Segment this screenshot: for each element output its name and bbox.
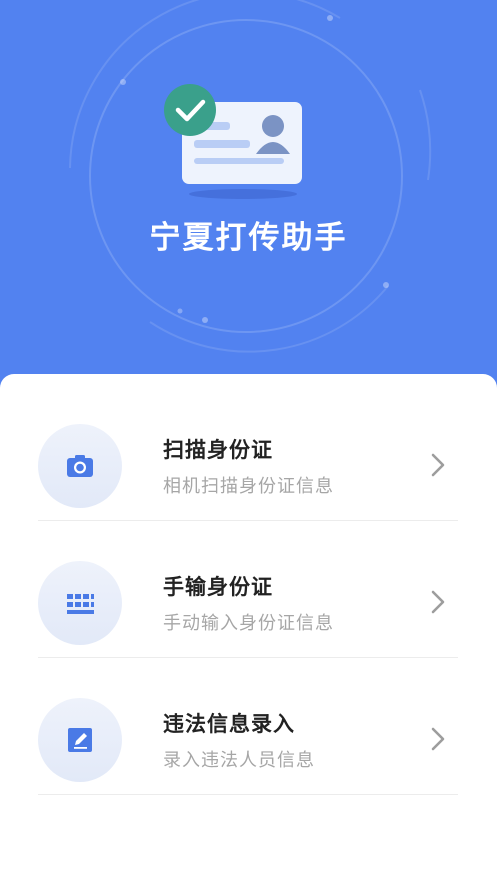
id-card-check-icon bbox=[160, 82, 310, 202]
chevron-right-icon bbox=[431, 453, 445, 477]
violation-entry-item[interactable]: 违法信息录入 录入违法人员信息 bbox=[38, 658, 458, 795]
menu-panel: 扫描身份证 相机扫描身份证信息 手输身份证 手动输入身份证信息 违法信息录入 录… bbox=[0, 374, 497, 883]
edit-icon bbox=[68, 728, 92, 752]
manual-id-card-subtitle: 手动输入身份证信息 bbox=[163, 613, 334, 634]
manual-id-card-item[interactable]: 手输身份证 手动输入身份证信息 bbox=[38, 521, 458, 658]
scan-id-card-subtitle: 相机扫描身份证信息 bbox=[163, 476, 334, 497]
violation-entry-subtitle: 录入违法人员信息 bbox=[163, 750, 315, 771]
camera-icon bbox=[67, 455, 93, 477]
violation-icon-circle bbox=[38, 698, 122, 782]
scan-id-card-title: 扫描身份证 bbox=[163, 438, 273, 462]
violation-entry-title: 违法信息录入 bbox=[163, 712, 295, 736]
manual-icon-circle bbox=[38, 561, 122, 645]
header-banner: 宁夏打传助手 bbox=[0, 0, 497, 400]
scan-id-card-item[interactable]: 扫描身份证 相机扫描身份证信息 bbox=[38, 384, 458, 521]
manual-id-card-title: 手输身份证 bbox=[163, 575, 273, 599]
keyboard-icon bbox=[67, 594, 94, 614]
chevron-right-icon bbox=[431, 590, 445, 614]
chevron-right-icon bbox=[431, 727, 445, 751]
scan-icon-circle bbox=[38, 424, 122, 508]
app-title: 宁夏打传助手 bbox=[149, 220, 348, 256]
